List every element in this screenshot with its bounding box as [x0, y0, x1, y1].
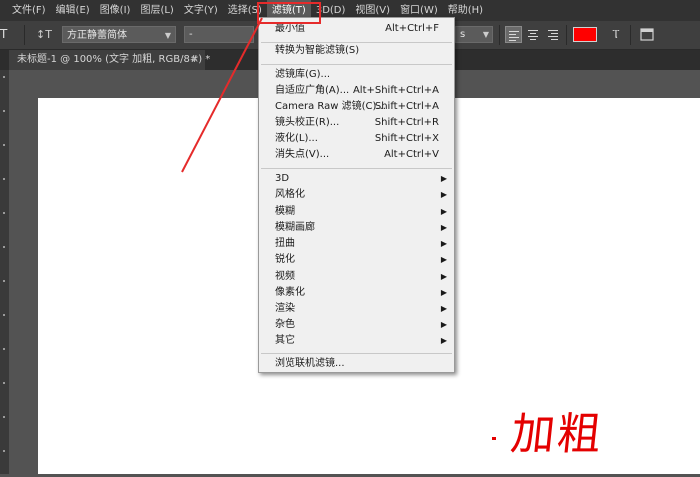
menu-item-3d[interactable]: 3D ▶ [259, 171, 454, 187]
menu-divider [261, 353, 452, 354]
submenu-arrow-icon: ▶ [440, 288, 447, 297]
chevron-down-icon: ▼ [482, 30, 489, 39]
warp-text-icon[interactable]: Ⲧ [608, 26, 624, 43]
menu-item-label: 视频 [275, 271, 295, 282]
menu-item-label: 液化(L)... [275, 133, 318, 144]
submenu-arrow-icon: ▶ [440, 336, 447, 345]
menu-divider [261, 168, 452, 169]
canvas-text-layer[interactable]: 加粗 [508, 409, 605, 460]
divider [630, 25, 631, 45]
menu-item-vanishing-point[interactable]: 消失点(V)... Alt+Ctrl+V [259, 147, 454, 163]
submenu-arrow-icon: ▶ [440, 190, 447, 199]
menu-item-blur-gallery[interactable]: 模糊画廊 ▶ [259, 220, 454, 236]
character-panel-icon[interactable] [638, 26, 656, 43]
menu-item-shortcut: Alt+Ctrl+V [384, 149, 439, 160]
menu-image[interactable]: 图像(I) [95, 0, 136, 21]
submenu-arrow-icon: ▶ [440, 304, 447, 313]
menu-item-label: 风格化 [275, 189, 305, 200]
menu-item-liquify[interactable]: 液化(L)... Shift+Ctrl+X [259, 131, 454, 147]
font-family-select[interactable]: 方正静蕾简体 ▼ [62, 26, 176, 43]
menu-item-sharpen[interactable]: 锐化 ▶ [259, 252, 454, 268]
menu-file[interactable]: 文件(F) [0, 0, 51, 21]
menu-item-pixelate[interactable]: 像素化 ▶ [259, 285, 454, 301]
submenu-arrow-icon: ▶ [440, 320, 447, 329]
annotation-highlight-box [257, 2, 321, 24]
menu-item-lens-correction[interactable]: 镜头校正(R)... Shift+Ctrl+R [259, 115, 454, 131]
menu-item-blur[interactable]: 模糊 ▶ [259, 204, 454, 220]
antialias-value: s [460, 29, 466, 40]
menu-item-label: 模糊 [275, 206, 295, 217]
divider [24, 25, 25, 45]
menu-item-video[interactable]: 视频 ▶ [259, 269, 454, 285]
filter-menu: 最小值 Alt+Ctrl+F 转换为智能滤镜(S) 滤镜库(G)... 自适应广… [258, 17, 455, 373]
menu-item-label: 自适应广角(A)... [275, 85, 350, 96]
font-style-value: - [189, 29, 193, 40]
align-center-button[interactable] [525, 26, 542, 43]
text-color-swatch[interactable] [573, 27, 597, 42]
menu-item-label: 3D [275, 173, 290, 184]
submenu-arrow-icon: ▶ [440, 207, 447, 216]
menu-item-label: 扭曲 [275, 238, 295, 249]
menu-item-filter-gallery[interactable]: 滤镜库(G)... [259, 67, 454, 83]
font-style-select[interactable]: - [184, 26, 254, 43]
menu-item-convert-smart-filter[interactable]: 转换为智能滤镜(S) [259, 43, 454, 59]
submenu-arrow-icon: ▶ [440, 272, 447, 281]
menu-item-label: 转换为智能滤镜(S) [275, 45, 360, 56]
menu-item-render[interactable]: 渲染 ▶ [259, 301, 454, 317]
menu-item-browse-online-filters[interactable]: 浏览联机滤镜... [259, 356, 454, 372]
align-left-button[interactable] [505, 26, 522, 43]
submenu-arrow-icon: ▶ [440, 223, 447, 232]
tools-panel-edge [0, 70, 9, 474]
menu-item-shortcut: Shift+Ctrl+A [374, 101, 439, 112]
text-cursor-mark [492, 437, 496, 440]
menu-item-distort[interactable]: 扭曲 ▶ [259, 236, 454, 252]
align-right-button[interactable] [545, 26, 562, 43]
menu-item-shortcut: Shift+Ctrl+R [374, 117, 439, 128]
text-orientation-icon[interactable]: ↕T [36, 27, 52, 43]
menu-item-shortcut: Shift+Ctrl+X [374, 133, 439, 144]
menu-item-label: 锐化 [275, 254, 295, 265]
submenu-arrow-icon: ▶ [440, 174, 447, 183]
document-tab[interactable]: 未标题-1 @ 100% (文字 加粗, RGB/8#) * × [9, 50, 210, 70]
divider [499, 25, 500, 45]
chevron-down-icon: ▼ [164, 31, 171, 40]
menu-item-label: 滤镜库(G)... [275, 69, 331, 80]
menu-item-shortcut: Alt+Ctrl+F [385, 23, 439, 34]
menu-edit[interactable]: 编辑(E) [51, 0, 95, 21]
menu-item-label: 模糊画廊 [275, 222, 315, 233]
submenu-arrow-icon: ▶ [440, 255, 447, 264]
menu-item-shortcut: Alt+Shift+Ctrl+A [352, 85, 439, 96]
menu-item-label: 像素化 [275, 287, 305, 298]
menu-item-adaptive-wide-angle[interactable]: 自适应广角(A)... Alt+Shift+Ctrl+A [259, 83, 454, 99]
menu-item-label: Camera Raw 滤镜(C)... [275, 101, 386, 112]
menu-type[interactable]: 文字(Y) [179, 0, 223, 21]
close-icon[interactable]: × [191, 50, 199, 70]
text-tool-icon[interactable]: T [0, 27, 8, 41]
menu-item-label: 渲染 [275, 303, 295, 314]
menu-item-camera-raw[interactable]: Camera Raw 滤镜(C)... Shift+Ctrl+A [259, 99, 454, 115]
menu-item-label: 杂色 [275, 319, 295, 330]
menu-item-label: 其它 [275, 335, 295, 346]
menu-divider [261, 64, 452, 65]
menu-item-other[interactable]: 其它 ▶ [259, 333, 454, 349]
menu-item-noise[interactable]: 杂色 ▶ [259, 317, 454, 333]
submenu-arrow-icon: ▶ [440, 239, 447, 248]
menu-item-label: 消失点(V)... [275, 149, 330, 160]
document-tab-title: 未标题-1 @ 100% (文字 加粗, RGB/8#) * [17, 54, 211, 65]
font-family-value: 方正静蕾简体 [67, 30, 127, 41]
menu-layer[interactable]: 图层(L) [135, 0, 178, 21]
divider [566, 25, 567, 45]
antialias-select[interactable]: s ▼ [455, 26, 493, 43]
menu-item-label: 镜头校正(R)... [275, 117, 340, 128]
menu-item-stylize[interactable]: 风格化 ▶ [259, 187, 454, 203]
menu-item-label: 浏览联机滤镜... [275, 358, 345, 369]
